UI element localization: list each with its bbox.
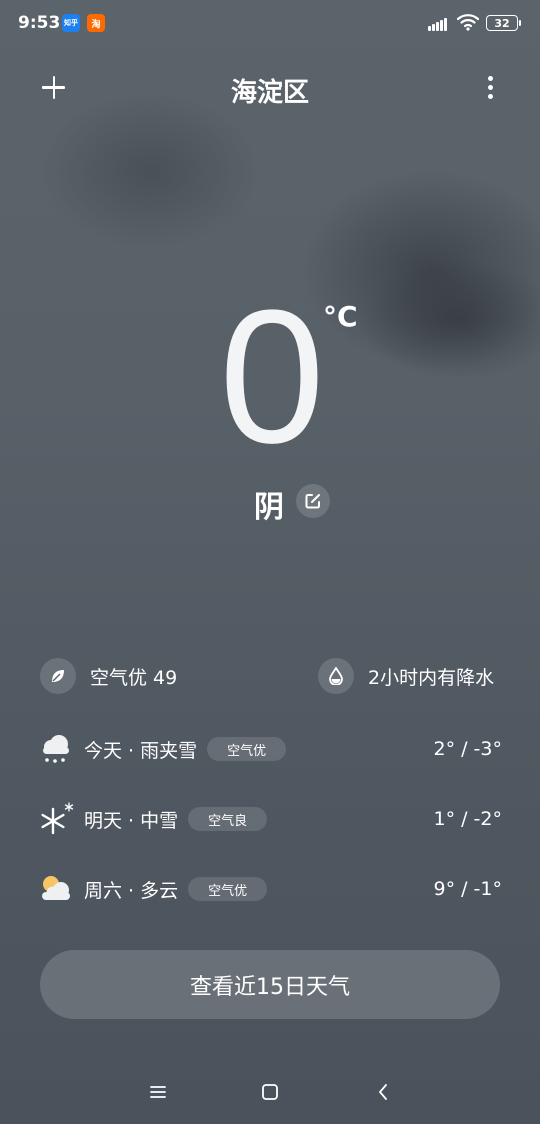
temperature-range: 1° / -2°	[433, 808, 502, 830]
snow-icon	[38, 801, 74, 837]
precipitation-info[interactable]: 2小时内有降水	[318, 658, 494, 694]
forecast-row-tomorrow[interactable]: 明天 · 中雪 空气良 1° / -2°	[38, 799, 502, 839]
taobao-app-icon: 淘	[87, 14, 105, 32]
air-quality-badge: 空气优	[207, 737, 287, 761]
background-cloud	[40, 90, 260, 250]
current-temperature: 0	[219, 271, 325, 483]
temperature-unit: °C	[323, 300, 358, 333]
weather-condition: 阴	[254, 490, 284, 525]
zhihu-app-icon: 知乎	[62, 14, 80, 32]
sleet-icon	[38, 731, 74, 767]
nav-home-button[interactable]	[253, 1075, 287, 1109]
signal-icon	[428, 15, 450, 31]
more-menu-button[interactable]	[480, 74, 502, 102]
forecast-row-today[interactable]: 今天 · 雨夹雪 空气优 2° / -3°	[38, 729, 502, 769]
edit-icon	[305, 494, 320, 509]
menu-icon	[150, 1086, 166, 1098]
back-chevron-icon	[379, 1084, 387, 1100]
wifi-icon	[457, 14, 479, 31]
forecast-day-label: 明天 · 中雪	[84, 809, 179, 832]
city-title: 海淀区	[230, 78, 309, 108]
nav-menu-button[interactable]	[141, 1075, 175, 1109]
air-quality-badge: 空气良	[188, 807, 268, 831]
air-quality-badge: 空气优	[188, 877, 268, 901]
partly-cloudy-icon	[38, 871, 74, 907]
air-quality-label: 空气优 49	[90, 666, 178, 689]
precipitation-label: 2小时内有降水	[368, 666, 495, 689]
raindrop-icon	[318, 658, 354, 694]
view-15-day-forecast-button[interactable]: 查看近15日天气	[40, 950, 500, 1019]
battery-icon: 32	[486, 15, 521, 31]
temperature-range: 9° / -1°	[433, 878, 502, 900]
leaf-icon	[40, 658, 76, 694]
nav-back-button[interactable]	[366, 1075, 400, 1109]
home-square-icon	[262, 1084, 278, 1100]
status-time: 9:53	[18, 13, 61, 33]
temperature-range: 2° / -3°	[433, 738, 502, 760]
forecast-day-label: 今天 · 雨夹雪	[84, 739, 198, 762]
forecast-row-saturday[interactable]: 周六 · 多云 空气优 9° / -1°	[38, 869, 502, 909]
status-bar: 9:53 知乎 淘 32	[0, 0, 540, 46]
feedback-edit-button[interactable]	[296, 484, 330, 518]
forecast-day-label: 周六 · 多云	[84, 879, 179, 902]
cta-label: 查看近15日天气	[190, 974, 350, 1000]
air-quality-info[interactable]: 空气优 49	[40, 658, 177, 694]
